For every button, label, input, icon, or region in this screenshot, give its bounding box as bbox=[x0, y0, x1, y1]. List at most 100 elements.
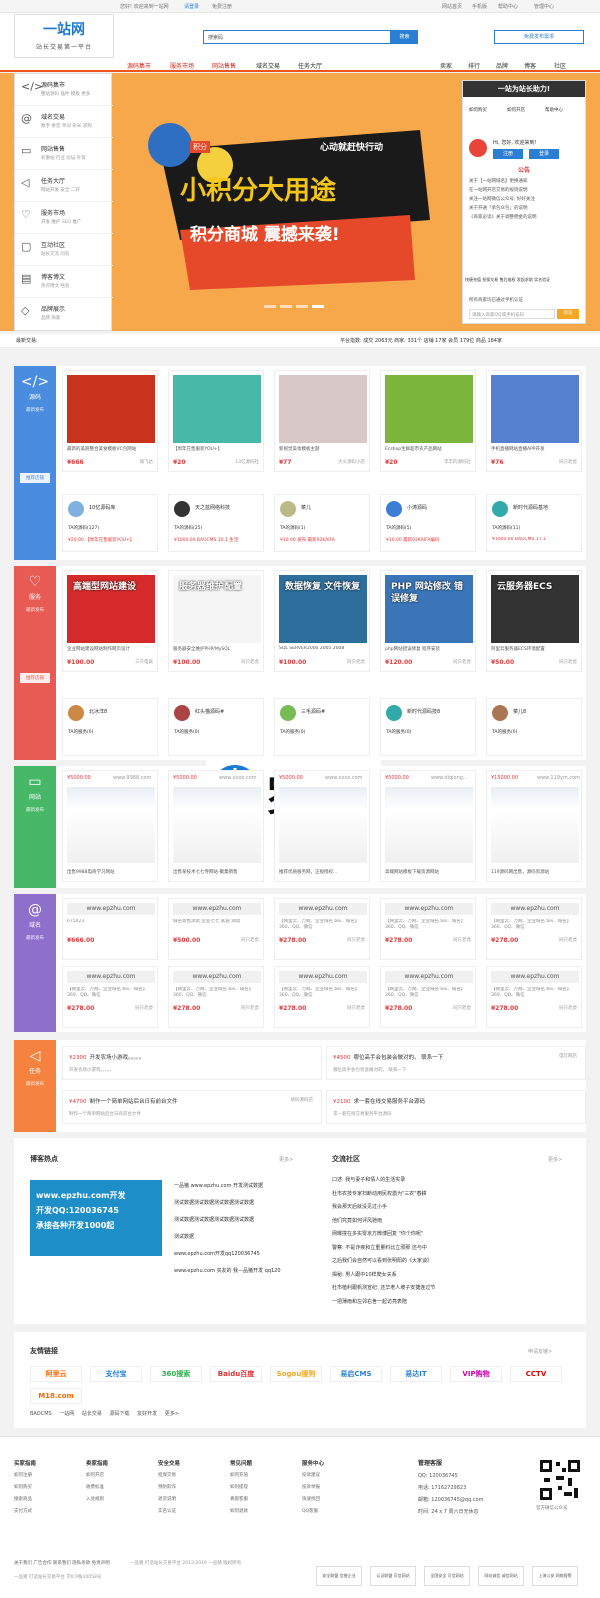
community-item[interactable]: 揭秘: 男人跟中10样爬女关系 bbox=[332, 1269, 435, 1283]
how-buy-link[interactable]: 如何购买 bbox=[469, 107, 487, 113]
section-more[interactable]: 最新发布 bbox=[14, 607, 56, 613]
service-tab[interactable]: ♡ 服务 最新发布 推荐店铺 bbox=[14, 566, 56, 760]
service-qq[interactable]: QQ: 120036745 bbox=[418, 1470, 484, 1482]
search-button[interactable]: 搜索 bbox=[391, 30, 418, 44]
product-thumbnail[interactable]: 数据恢复 文件恢复 bbox=[279, 575, 367, 643]
friend-link-logo[interactable]: VIP购物 bbox=[450, 1366, 502, 1382]
shop-name[interactable]: 同只老虎 bbox=[347, 1005, 365, 1011]
website-thumbnail[interactable] bbox=[385, 787, 473, 863]
community-item[interactable]: 口述: 我与妻子和情人的生活实录 bbox=[332, 1174, 435, 1188]
footer-link[interactable]: 投诉举报 bbox=[302, 1482, 324, 1494]
section-more[interactable]: 最新发布 bbox=[14, 1081, 56, 1087]
domain-card[interactable]: www.epzhu.com 【网里云、万网、企业域名 bei、域名】360、QQ、… bbox=[274, 966, 370, 1028]
friend-link-logo[interactable]: CCTV bbox=[510, 1366, 562, 1382]
domain-name[interactable]: www.epzhu.com bbox=[385, 903, 473, 915]
domain-name[interactable]: www.epzhu.com bbox=[173, 903, 261, 915]
website-card[interactable]: ¥5000.00 www.xxxx.com 推荐优质服务网，正规授权... bbox=[274, 770, 370, 882]
footer-link[interactable]: 如何开店 bbox=[86, 1470, 108, 1482]
notice-item[interactable]: 在一站网开店交易的规则说明 bbox=[469, 186, 581, 195]
shop-card[interactable]: 天之蓝网络科技 TA的源码(25) ¥1000.00 BAOCMS 30.1 生活 bbox=[168, 494, 264, 552]
footer-link[interactable]: 快速找回 bbox=[302, 1494, 324, 1506]
friend-link-logo[interactable]: M18.com bbox=[30, 1388, 82, 1404]
category-community[interactable]: ▢ 互动社区 站长交流 问答 bbox=[15, 234, 113, 266]
category-task[interactable]: ◁ 任务大厅 网站开发 安全 二开 bbox=[15, 170, 113, 202]
nav-brands[interactable]: 品牌 bbox=[496, 61, 508, 70]
task-title[interactable]: 制作一个简单网站后台日有前台文件 bbox=[90, 1099, 178, 1105]
website-card[interactable]: ¥5000.00 www.xxxx.com 出售某技术七七寺网站-聚集销售 bbox=[168, 770, 264, 882]
footer-link[interactable]: 入驻规则 bbox=[86, 1494, 108, 1506]
task-user[interactable]: 胡同源码店 bbox=[291, 1097, 314, 1103]
shop-card[interactable]: 北冰洋8 TA的服务(0) bbox=[62, 698, 158, 756]
category-source[interactable]: </> 源码集市 整站源码 插件 模板 更多 bbox=[15, 74, 113, 106]
text-link[interactable]: 站长交易 bbox=[82, 1411, 102, 1417]
website-url[interactable]: www.xxxx.com bbox=[325, 775, 363, 781]
task-card[interactable]: ¥2300 开发农场小游戏。。。。。 开发农场小游戏。。。。。 bbox=[62, 1046, 322, 1080]
community-item[interactable]: 他们究竟如何评风驰雨 bbox=[332, 1215, 435, 1229]
shop-name[interactable]: 同只老虎 bbox=[135, 1005, 153, 1011]
friend-link-logo[interactable]: 支付宝 bbox=[90, 1366, 142, 1382]
blog-banner[interactable]: www.epzhu.com开发 开发QQ:120036745 承接各种开发100… bbox=[30, 1180, 162, 1256]
shop-name[interactable]: 菜儿 bbox=[301, 504, 311, 511]
text-link[interactable]: 一站网 bbox=[59, 1411, 74, 1417]
footer-links[interactable]: 关于我们 广告合作 联系我们 隐私条款 免责声明 bbox=[14, 1560, 110, 1566]
service-escrow[interactable]: 担保交易 bbox=[482, 277, 498, 282]
nav-service-market[interactable]: 服务市场 bbox=[170, 61, 194, 70]
panel-login-button[interactable]: 登录 bbox=[529, 149, 559, 159]
blog-item[interactable]: 测试数据 bbox=[174, 1229, 281, 1246]
task-title[interactable]: 求一套在线交易服务平台源码 bbox=[354, 1099, 426, 1105]
website-title[interactable]: 高端网站模板下载资源网站 bbox=[385, 869, 473, 875]
blog-item[interactable]: 测试数据测试数据测试数据测试数据 bbox=[174, 1195, 281, 1212]
community-item[interactable]: 一把薄雨和左邻右舍一起访亮表陪 bbox=[332, 1296, 435, 1310]
trust-badge[interactable]: 网站诚信 诚信网站 bbox=[478, 1566, 524, 1586]
qq-input[interactable]: 请输入商家QQ或手机号码 bbox=[469, 309, 555, 319]
banner-dot-active[interactable] bbox=[312, 305, 324, 308]
website-url[interactable]: www.119ym.com bbox=[537, 775, 580, 781]
domain-card[interactable]: www.epzhu.com 【网里云、万网、企业域名 bei、域名】360、QQ、… bbox=[274, 898, 370, 960]
domain-card[interactable]: www.epzhu.com 域名寄售测试 企业七七 家居 测试 ¥500.00 同只老… bbox=[168, 898, 264, 960]
product-thumbnail[interactable] bbox=[385, 375, 473, 443]
community-item[interactable]: 网曝撞在多实零京方微博回复 "你个你呢" bbox=[332, 1228, 435, 1242]
shop-card[interactable]: 小涛源码 TA的源码(5) ¥10.00 最新92KAIFA编码 bbox=[380, 494, 476, 552]
footer-link[interactable]: 担保交易 bbox=[158, 1470, 180, 1482]
footer-link[interactable]: 预防欺诈 bbox=[158, 1482, 180, 1494]
website-url[interactable]: www.diqiong... bbox=[431, 775, 468, 781]
shop-name[interactable]: 同只老虎 bbox=[453, 1005, 471, 1011]
product-card[interactable]: Ecshop生鲜超市农产品网站 ¥20 丰丰的源码社 bbox=[380, 370, 476, 472]
domain-name[interactable]: www.epzhu.com bbox=[67, 903, 155, 915]
product-thumbnail[interactable]: 服务器维护配置 bbox=[173, 575, 261, 643]
task-title[interactable]: 开发农场小游戏。。。。。 bbox=[90, 1055, 145, 1061]
product-card[interactable]: PHP 网站修改 错误修复 php网站错误修复 程序安装 ¥120.00 同只老虎 bbox=[380, 570, 476, 672]
banner-dot[interactable] bbox=[264, 305, 276, 308]
shop-name[interactable]: 红头猫源码# bbox=[195, 708, 224, 715]
trust-badge[interactable]: 认证联盟 可信网站 bbox=[370, 1566, 416, 1586]
friend-link-logo[interactable]: Sogou搜狗 bbox=[270, 1366, 322, 1382]
task-title[interactable]: 哪位高手会包装会做对的。 联系一下 bbox=[354, 1055, 444, 1061]
register-link[interactable]: 免费注册 bbox=[212, 3, 232, 10]
shop-name[interactable]: 丰丰的源码社 bbox=[444, 459, 471, 465]
website-tab[interactable]: ▭ 网站 最新发布 bbox=[14, 766, 56, 888]
nav-sellers[interactable]: 卖家 bbox=[440, 61, 452, 70]
product-title[interactable]: 新视觉美妆模板主题 bbox=[279, 446, 367, 452]
friend-link-logo[interactable]: Baidu百度 bbox=[210, 1366, 262, 1382]
mobile-link[interactable]: 手机版 bbox=[472, 3, 487, 10]
domain-card[interactable]: www.epzhu.com 【网里云、万网、企业域名 bei、域名】360、QQ、… bbox=[380, 898, 476, 960]
shop-card[interactable]: 菜儿 TA的源码(1) ¥10.00 发布 最新92KAIFA bbox=[274, 494, 370, 552]
product-card[interactable]: 手机直播网站直播APP开发 ¥76 同只老虎 bbox=[486, 370, 582, 472]
category-service[interactable]: ♡ 服务市场 开发 维护 SEO 推广 bbox=[15, 202, 113, 234]
qq-verify-button[interactable]: 验证 bbox=[557, 309, 579, 319]
shop-name[interactable]: 同只老虎 bbox=[559, 459, 577, 465]
service-afterservice[interactable]: 售后维权 bbox=[500, 277, 516, 282]
footer-link[interactable]: 如何注册 bbox=[14, 1470, 36, 1482]
domain-card[interactable]: www.epzhu.com 【网里云、万网、企业域名 bei、域名】360、QQ、… bbox=[62, 966, 158, 1028]
text-link[interactable]: BAOCMS bbox=[30, 1411, 52, 1417]
product-title[interactable]: 阿里云服务器ECS环境配置 bbox=[491, 646, 579, 652]
notice-item[interactable]: 关于开通「承包众包」的说明 bbox=[469, 204, 581, 213]
trust-badge[interactable]: 安全联盟 信誉企业 bbox=[316, 1566, 362, 1586]
task-user[interactable]: 电灯网店 bbox=[559, 1053, 577, 1059]
product-title[interactable]: 服务器安全维护PHP/MySQL bbox=[173, 646, 261, 652]
trust-badge[interactable]: 上海公安 网络报警 bbox=[532, 1566, 578, 1586]
task-card[interactable]: ¥2100 求一套在线交易服务平台源码 求一套在线交易服务平台源码 bbox=[326, 1090, 586, 1124]
community-item[interactable]: 之后我们会自然可以看到张明阳的《大家谈》 bbox=[332, 1255, 435, 1269]
website-card[interactable]: ¥15000.00 www.119ym.com 119源码网出售，源码资源站 bbox=[486, 770, 582, 882]
product-thumbnail[interactable] bbox=[491, 375, 579, 443]
